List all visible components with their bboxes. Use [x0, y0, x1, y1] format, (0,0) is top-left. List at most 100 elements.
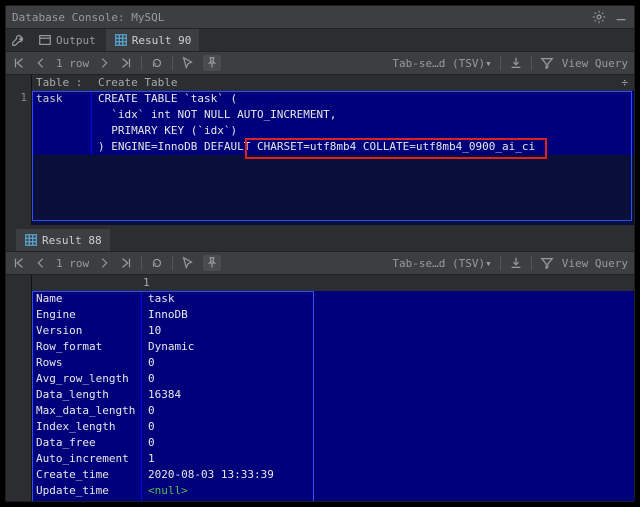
tab-result88-label: Result 88 — [42, 234, 102, 247]
status-key: Index_length — [32, 419, 142, 435]
status-key: Avg_row_length — [32, 371, 142, 387]
status-row[interactable]: Data_length16384 — [32, 387, 634, 403]
status-row[interactable]: Max_data_length0 — [32, 403, 634, 419]
tab-result90[interactable]: Result 90 — [106, 29, 200, 51]
separator — [531, 56, 532, 70]
bottom-tabbar: Result 88 — [6, 229, 634, 252]
status-row[interactable]: Avg_row_length0 — [32, 371, 634, 387]
first-page-icon[interactable] — [12, 56, 26, 70]
gear-icon[interactable] — [592, 10, 606, 24]
output-icon — [38, 33, 52, 47]
status-row[interactable]: Update_time<null> — [32, 483, 634, 499]
status-key: Check_time — [32, 499, 142, 501]
status-row[interactable]: Rows0 — [32, 355, 634, 371]
last-page-icon[interactable] — [119, 56, 133, 70]
status-value: InnoDB — [142, 307, 634, 323]
status-key: Row_format — [32, 339, 142, 355]
format-dropdown[interactable]: Tab-se…d (TSV) ▾ — [392, 257, 491, 270]
status-value: 10 — [142, 323, 634, 339]
result-body: NametaskEngineInnoDBVersion10Row_formatD… — [32, 291, 634, 501]
result-grid-top[interactable]: Table : Create Table÷ taskCREATE TABLE `… — [32, 75, 634, 225]
col-create-table: Create Table — [98, 76, 177, 89]
tab-result88[interactable]: Result 88 — [16, 229, 110, 251]
status-value: 2020-08-03 13:33:39 — [142, 467, 634, 483]
status-row[interactable]: Data_free0 — [32, 435, 634, 451]
row-gutter — [6, 275, 32, 501]
download-icon[interactable] — [509, 56, 523, 70]
status-row[interactable]: Nametask — [32, 291, 634, 307]
status-key: Auto_increment — [32, 451, 142, 467]
row-number: 1 — [6, 91, 27, 104]
window-title: Database Console: MySQL — [12, 11, 586, 24]
status-key: Rows — [32, 355, 142, 371]
status-key: Name — [32, 291, 142, 307]
first-page-icon[interactable] — [12, 256, 26, 270]
status-key: Version — [32, 323, 142, 339]
view-query-button[interactable]: View Query — [562, 57, 628, 70]
top-tabbar: Output Result 90 — [6, 29, 634, 52]
prev-page-icon[interactable] — [34, 56, 48, 70]
refresh-icon[interactable] — [150, 56, 164, 70]
filter-icon[interactable] — [540, 56, 554, 70]
grid-icon — [114, 33, 128, 47]
cursor-icon[interactable] — [181, 256, 195, 270]
status-value: <null> — [142, 483, 634, 499]
status-value: 0 — [142, 355, 634, 371]
status-row[interactable]: Auto_increment1 — [32, 451, 634, 467]
status-value: 0 — [142, 435, 634, 451]
minimize-icon[interactable] — [614, 10, 628, 24]
ide-window: Database Console: MySQL Output Result 90… — [5, 5, 635, 502]
separator — [500, 56, 501, 70]
cursor-icon[interactable] — [181, 56, 195, 70]
last-page-icon[interactable] — [119, 256, 133, 270]
status-row[interactable]: EngineInnoDB — [32, 307, 634, 323]
ddl-line[interactable]: `idx` int NOT NULL AUTO_INCREMENT, — [92, 107, 634, 123]
status-key: Data_free — [32, 435, 142, 451]
toolbar-top: 1 row Tab-se…d (TSV) ▾ View Query — [6, 52, 634, 75]
chevron-down-icon: ▾ — [485, 57, 492, 70]
prev-page-icon[interactable] — [34, 256, 48, 270]
row-count: 1 row — [56, 257, 89, 270]
result-grid-bottom[interactable]: 1 NametaskEngineInnoDBVersion10Row_forma… — [32, 275, 634, 501]
wrench-icon[interactable] — [10, 33, 26, 47]
result-pane-top: 1 Table : Create Table÷ taskCREATE TABLE… — [6, 75, 634, 225]
next-page-icon[interactable] — [97, 256, 111, 270]
status-value: 1 — [142, 451, 634, 467]
format-dropdown[interactable]: Tab-se…d (TSV) ▾ — [392, 57, 491, 70]
status-key: Create_time — [32, 467, 142, 483]
tab-output[interactable]: Output — [30, 29, 104, 51]
chevron-down-icon: ▾ — [485, 257, 492, 270]
status-value: <null> — [142, 499, 634, 501]
filter-icon[interactable] — [540, 256, 554, 270]
view-query-button[interactable]: View Query — [562, 257, 628, 270]
ddl-line[interactable]: ) ENGINE=InnoDB DEFAULT CHARSET=utf8mb4 … — [92, 139, 634, 155]
refresh-icon[interactable] — [150, 256, 164, 270]
ddl-line[interactable]: CREATE TABLE `task` ( — [92, 91, 634, 107]
pin-icon[interactable] — [203, 255, 221, 271]
tab-output-label: Output — [56, 34, 96, 47]
status-row[interactable]: Check_time<null> — [32, 499, 634, 501]
next-page-icon[interactable] — [97, 56, 111, 70]
status-key: Max_data_length — [32, 403, 142, 419]
download-icon[interactable] — [509, 256, 523, 270]
status-row[interactable]: Version10 — [32, 323, 634, 339]
status-row[interactable]: Index_length0 — [32, 419, 634, 435]
titlebar: Database Console: MySQL — [6, 6, 634, 29]
status-key: Engine — [32, 307, 142, 323]
ddl-line[interactable]: PRIMARY KEY (`idx`) — [92, 123, 634, 139]
grid-icon — [24, 233, 38, 247]
pin-icon[interactable] — [203, 55, 221, 71]
result-pane-bottom: 1 NametaskEngineInnoDBVersion10Row_forma… — [6, 275, 634, 501]
status-value: task — [142, 291, 634, 307]
tab-result90-label: Result 90 — [132, 34, 192, 47]
titlebar-actions — [592, 10, 628, 24]
cell-table-name[interactable]: task — [32, 91, 92, 107]
status-value: 0 — [142, 419, 634, 435]
status-key: Update_time — [32, 483, 142, 499]
separator — [172, 56, 173, 70]
status-row[interactable]: Row_formatDynamic — [32, 339, 634, 355]
result-body: taskCREATE TABLE `task` ( `idx` int NOT … — [32, 91, 634, 155]
status-row[interactable]: Create_time2020-08-03 13:33:39 — [32, 467, 634, 483]
separator — [141, 56, 142, 70]
ddl-charset: CHARSET=utf8mb4 COLLATE=utf8mb4_0900_ai_… — [250, 140, 535, 153]
